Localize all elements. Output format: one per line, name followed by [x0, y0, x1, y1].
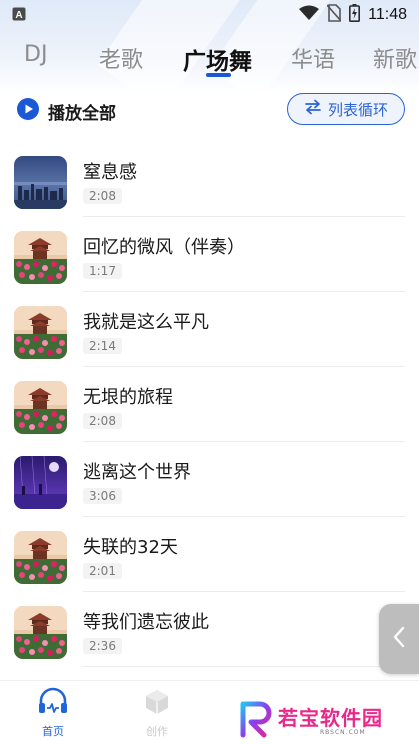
- song-title: 等我们遗忘彼此: [83, 612, 209, 633]
- watermark-subtext: RBSCN.COM: [320, 729, 366, 736]
- song-item[interactable]: 我就是这么平凡 2:14: [0, 292, 419, 367]
- song-item[interactable]: 窒息感 2:08: [0, 142, 419, 217]
- song-item[interactable]: 回忆的微风（伴奏） 1:17: [0, 217, 419, 292]
- pavilion-flowers-cover: [14, 381, 67, 434]
- nav-create[interactable]: 创作: [127, 687, 187, 739]
- play-all-button[interactable]: 播放全部: [16, 97, 116, 125]
- nav-create-label: 创作: [146, 725, 168, 738]
- song-duration: 2:36: [83, 638, 122, 654]
- song-title: 回忆的微风（伴奏）: [83, 237, 245, 258]
- song-duration: 2:01: [83, 563, 122, 579]
- purple-night-cover: [14, 456, 67, 509]
- cube-icon: [142, 690, 172, 721]
- song-title: 无垠的旅程: [83, 387, 173, 408]
- no-sim-icon: [326, 4, 342, 26]
- watermark-logo: 若宝软件园 RBSCN.COM: [238, 700, 410, 740]
- tab-old-songs[interactable]: 老歌: [99, 42, 143, 74]
- home-music-icon: [37, 687, 69, 721]
- watermark-text: 若宝软件园: [278, 706, 383, 730]
- song-item[interactable]: 逃离这个世界 3:06: [0, 442, 419, 517]
- chevron-left-icon: [392, 626, 406, 652]
- status-bar: A 11:48: [0, 0, 419, 30]
- watermark-r-icon: [238, 700, 276, 742]
- status-time: 11:48: [368, 6, 407, 23]
- play-circle-icon: [16, 97, 40, 125]
- play-mode-label: 列表循环: [327, 100, 388, 119]
- song-title: 逃离这个世界: [83, 462, 191, 483]
- battery-charging-icon: [349, 4, 361, 26]
- pavilion-flowers-cover: [14, 606, 67, 659]
- playback-controls: 播放全部 列表循环: [0, 92, 419, 128]
- tab-chinese[interactable]: 华语: [291, 42, 335, 74]
- pavilion-flowers-cover: [14, 531, 67, 584]
- song-title: 失联的32天: [83, 537, 178, 558]
- active-tab-indicator: [206, 73, 231, 77]
- tab-new-songs[interactable]: 新歌: [373, 42, 417, 74]
- pavilion-flowers-cover: [14, 306, 67, 359]
- nav-home[interactable]: 首页: [23, 687, 83, 739]
- nav-home-label: 首页: [42, 725, 64, 738]
- song-item[interactable]: 无垠的旅程 2:08: [0, 367, 419, 442]
- song-duration: 2:08: [83, 188, 122, 204]
- city-skyline-cover: [14, 156, 67, 209]
- song-item[interactable]: 失联的32天 2:01: [0, 517, 419, 592]
- song-duration: 1:17: [83, 263, 122, 279]
- play-all-label: 播放全部: [48, 103, 116, 124]
- svg-text:A: A: [15, 10, 22, 21]
- song-duration: 3:06: [83, 488, 122, 504]
- tab-dj[interactable]: DJ: [24, 42, 47, 67]
- divider: [83, 666, 405, 667]
- song-title: 我就是这么平凡: [83, 312, 209, 333]
- play-mode-button[interactable]: 列表循环: [287, 93, 405, 125]
- song-duration: 2:08: [83, 413, 122, 429]
- song-item[interactable]: 等我们遗忘彼此 2:36: [0, 592, 419, 667]
- wifi-icon: [299, 5, 320, 25]
- tab-square-dance[interactable]: 广场舞: [183, 42, 252, 76]
- song-duration: 2:14: [83, 338, 122, 354]
- pavilion-flowers-cover: [14, 231, 67, 284]
- side-collapse-handle[interactable]: [379, 604, 419, 674]
- song-title: 窒息感: [83, 162, 137, 183]
- app-a-icon: A: [12, 6, 26, 25]
- loop-icon: [304, 99, 322, 119]
